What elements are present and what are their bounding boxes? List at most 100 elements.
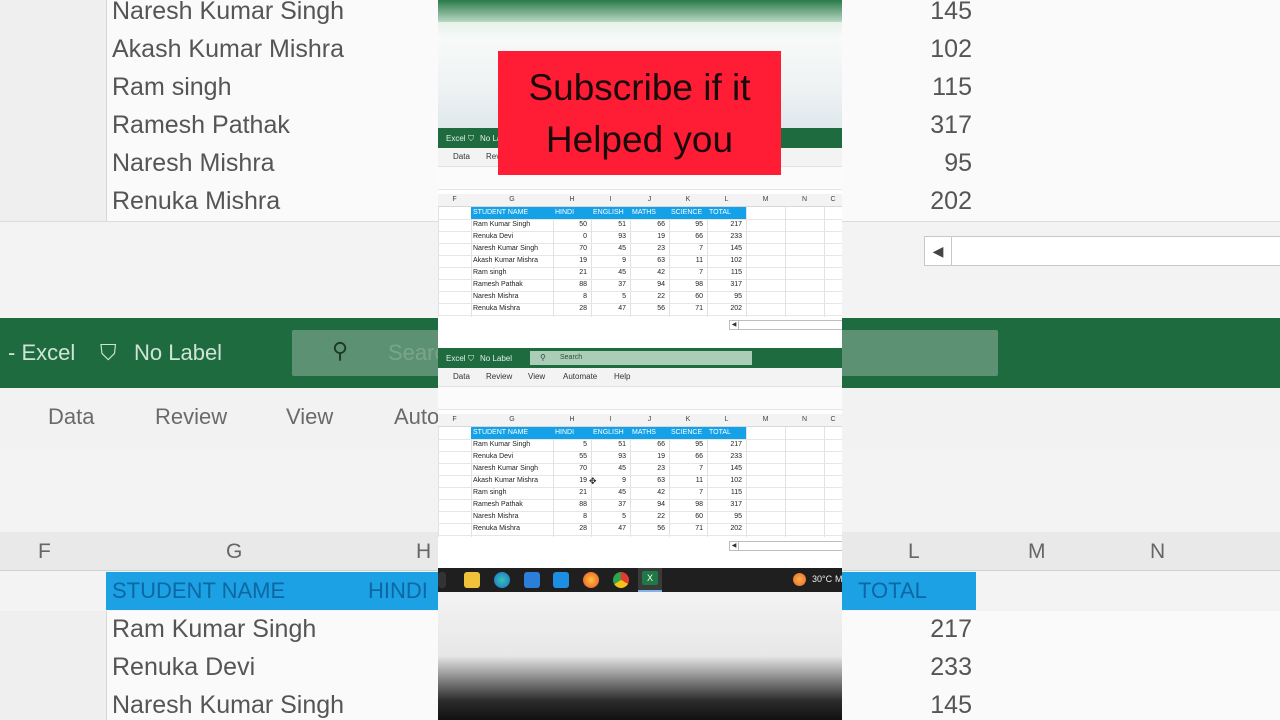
score-cell[interactable]: 0 — [553, 233, 587, 240]
score-cell[interactable]: 21 — [553, 269, 587, 276]
student-name-cell[interactable]: Renuka Mishra — [473, 525, 520, 532]
score-cell[interactable]: 8 — [553, 513, 587, 520]
score-cell[interactable]: 60 — [669, 513, 703, 520]
file-explorer-icon[interactable] — [464, 572, 480, 588]
column-header[interactable]: C — [824, 196, 842, 203]
student-name-cell[interactable]: Ramesh Pathak — [473, 281, 523, 288]
score-cell[interactable]: 11 — [669, 257, 703, 264]
header-cell[interactable]: STUDENT NAME — [473, 429, 528, 436]
score-cell[interactable]: 42 — [631, 489, 665, 496]
score-cell[interactable]: 70 — [553, 465, 587, 472]
score-cell[interactable]: 22 — [631, 513, 665, 520]
score-cell[interactable]: 95 — [669, 441, 703, 448]
score-cell[interactable]: 95 — [708, 513, 742, 520]
column-header[interactable]: M — [746, 196, 785, 203]
column-header[interactable]: H — [553, 416, 591, 423]
student-name-cell[interactable]: Naresh Mishra — [473, 513, 519, 520]
score-cell[interactable]: 21 — [553, 489, 587, 496]
student-name-cell[interactable]: Ramesh Pathak — [473, 501, 523, 508]
header-cell[interactable]: HINDI — [555, 429, 574, 436]
header-cell[interactable]: SCIENCE — [671, 209, 702, 216]
score-cell[interactable]: 88 — [553, 501, 587, 508]
column-header[interactable]: N — [785, 416, 824, 423]
score-cell[interactable]: 5 — [592, 513, 626, 520]
column-header[interactable]: F — [438, 196, 471, 203]
score-cell[interactable]: 9 — [592, 257, 626, 264]
column-header[interactable]: I — [591, 416, 630, 423]
header-cell[interactable]: ENGLISH — [593, 429, 624, 436]
score-cell[interactable]: 115 — [708, 269, 742, 276]
score-cell[interactable]: 94 — [631, 281, 665, 288]
header-cell[interactable]: TOTAL — [709, 429, 731, 436]
column-header[interactable]: J — [630, 196, 669, 203]
column-header[interactable]: G — [471, 196, 553, 203]
score-cell[interactable]: 11 — [669, 477, 703, 484]
start-button[interactable] — [438, 572, 446, 588]
score-cell[interactable]: 28 — [553, 305, 587, 312]
score-cell[interactable]: 5 — [592, 293, 626, 300]
score-cell[interactable]: 317 — [708, 281, 742, 288]
score-cell[interactable]: 66 — [669, 233, 703, 240]
score-cell[interactable]: 9 — [592, 477, 626, 484]
score-cell[interactable]: 233 — [708, 453, 742, 460]
score-cell[interactable]: 56 — [631, 525, 665, 532]
menu-view[interactable]: View — [528, 372, 545, 381]
score-cell[interactable]: 70 — [553, 245, 587, 252]
student-name-cell[interactable]: Naresh Kumar Singh — [473, 465, 538, 472]
column-header[interactable]: F — [438, 416, 471, 423]
score-cell[interactable]: 98 — [669, 501, 703, 508]
menu-help[interactable]: Help — [614, 372, 630, 381]
column-header[interactable]: H — [553, 196, 591, 203]
score-cell[interactable]: 19 — [631, 453, 665, 460]
mail-icon[interactable] — [553, 572, 569, 588]
menu-automate[interactable]: Automate — [563, 372, 597, 381]
search-input[interactable]: ⚲ Search — [530, 351, 752, 365]
firefox-icon[interactable] — [583, 572, 599, 588]
score-cell[interactable]: 23 — [631, 465, 665, 472]
score-cell[interactable]: 7 — [669, 489, 703, 496]
score-cell[interactable]: 7 — [669, 465, 703, 472]
column-header[interactable]: C — [824, 416, 842, 423]
column-header[interactable]: N — [785, 196, 824, 203]
score-cell[interactable]: 71 — [669, 525, 703, 532]
student-name-cell[interactable]: Naresh Mishra — [473, 293, 519, 300]
score-cell[interactable]: 217 — [708, 221, 742, 228]
student-name-cell[interactable]: Ram singh — [473, 489, 506, 496]
score-cell[interactable]: 66 — [631, 441, 665, 448]
score-cell[interactable]: 8 — [553, 293, 587, 300]
score-cell[interactable]: 55 — [553, 453, 587, 460]
score-cell[interactable]: 145 — [708, 245, 742, 252]
student-name-cell[interactable]: Ram singh — [473, 269, 506, 276]
menu-review[interactable]: Review — [486, 372, 512, 381]
score-cell[interactable]: 102 — [708, 477, 742, 484]
score-cell[interactable]: 63 — [631, 477, 665, 484]
score-cell[interactable]: 202 — [708, 525, 742, 532]
score-cell[interactable]: 95 — [669, 221, 703, 228]
store-icon[interactable] — [524, 572, 540, 588]
score-cell[interactable]: 5 — [553, 441, 587, 448]
weather-icon[interactable] — [793, 573, 806, 586]
score-cell[interactable]: 19 — [553, 257, 587, 264]
scroll-left-icon[interactable]: ◀ — [730, 321, 739, 329]
student-name-cell[interactable]: Ram Kumar Singh — [473, 441, 530, 448]
score-cell[interactable]: 50 — [553, 221, 587, 228]
student-name-cell[interactable]: Renuka Devi — [473, 453, 513, 460]
score-cell[interactable]: 93 — [592, 233, 626, 240]
score-cell[interactable]: 233 — [708, 233, 742, 240]
header-cell[interactable]: SCIENCE — [671, 429, 702, 436]
menu-data[interactable]: Data — [453, 372, 470, 381]
score-cell[interactable]: 145 — [708, 465, 742, 472]
column-header[interactable]: K — [669, 416, 707, 423]
score-cell[interactable]: 23 — [631, 245, 665, 252]
score-cell[interactable]: 63 — [631, 257, 665, 264]
edge-icon[interactable] — [494, 572, 510, 588]
column-header[interactable]: L — [707, 416, 746, 423]
header-cell[interactable]: MATHS — [632, 209, 656, 216]
student-name-cell[interactable]: Renuka Mishra — [473, 305, 520, 312]
weather-temp[interactable]: 30°C — [812, 574, 832, 584]
score-cell[interactable]: 51 — [592, 441, 626, 448]
score-cell[interactable]: 7 — [669, 269, 703, 276]
header-cell[interactable]: HINDI — [555, 209, 574, 216]
student-name-cell[interactable]: Ram Kumar Singh — [473, 221, 530, 228]
score-cell[interactable]: 217 — [708, 441, 742, 448]
